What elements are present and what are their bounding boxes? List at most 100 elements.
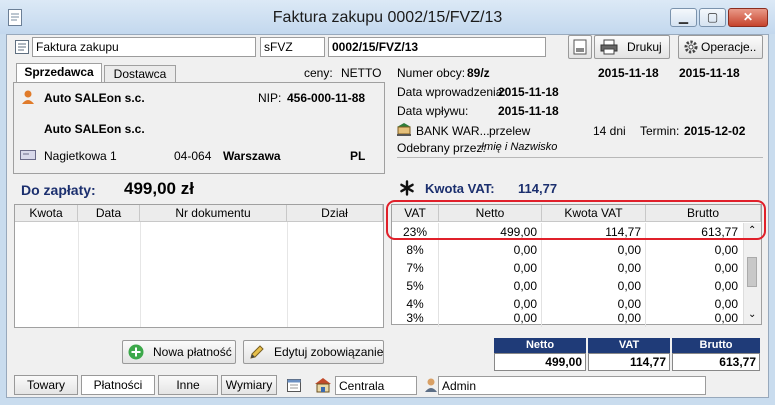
person-icon bbox=[20, 89, 36, 105]
preview-icon bbox=[573, 39, 587, 55]
tab-payments[interactable]: Płatności bbox=[81, 375, 155, 395]
seller-country: PL bbox=[350, 149, 366, 163]
vat-rate: 5% bbox=[392, 277, 439, 295]
total-net-header: Netto bbox=[494, 338, 586, 353]
new-payment-label: Nowa płatność bbox=[153, 345, 232, 359]
bank-name: BANK WAR... bbox=[416, 124, 490, 138]
due-amount: 499,00 zł bbox=[124, 179, 194, 198]
document-number-field[interactable]: 0002/15/FVZ/13 bbox=[328, 37, 546, 57]
seller-name-1: Auto SALEon s.c. bbox=[44, 91, 145, 105]
payments-header-date[interactable]: Data bbox=[78, 205, 140, 222]
vat-net: 0,00 bbox=[439, 277, 542, 295]
bank-icon bbox=[396, 122, 412, 136]
table-row[interactable]: 3% 0,00 0,00 0,00 bbox=[392, 309, 742, 327]
column-line bbox=[78, 222, 79, 327]
highlight-annotation bbox=[386, 200, 766, 240]
scrollbar-thumb[interactable] bbox=[747, 257, 757, 287]
table-row[interactable]: 7% 0,00 0,00 0,00 bbox=[392, 259, 742, 277]
divider bbox=[397, 157, 763, 158]
seller-name-2: Auto SALEon s.c. bbox=[44, 122, 145, 136]
vat-amount: 0,00 bbox=[542, 277, 646, 295]
tab-dimensions[interactable]: Wymiary bbox=[221, 375, 277, 395]
column-line bbox=[140, 222, 141, 327]
tab-supplier[interactable]: Dostawca bbox=[104, 65, 176, 83]
total-vat-header: VAT bbox=[588, 338, 670, 353]
vat-gross: 0,00 bbox=[714, 261, 738, 275]
document-icon bbox=[14, 39, 30, 55]
maximize-icon: ▢ bbox=[706, 10, 719, 24]
column-line bbox=[287, 222, 288, 327]
vat-net: 0,00 bbox=[439, 259, 542, 277]
close-button[interactable]: ✕ bbox=[728, 8, 768, 27]
user-field[interactable]: Admin bbox=[438, 376, 706, 395]
payments-table[interactable]: Kwota Data Nr dokumentu Dział bbox=[14, 204, 384, 328]
payments-header-department[interactable]: Dział bbox=[287, 205, 383, 222]
vat-net: 0,00 bbox=[439, 241, 542, 259]
branch-field[interactable]: Centrala bbox=[335, 376, 417, 395]
vat-gross: 0,00 bbox=[714, 279, 738, 293]
calendar-icon[interactable] bbox=[287, 378, 301, 392]
maximize-button[interactable]: ▢ bbox=[699, 8, 726, 27]
print-button[interactable]: Drukuj bbox=[594, 35, 670, 59]
preview-button[interactable] bbox=[568, 35, 592, 59]
vat-amount: 0,00 bbox=[542, 259, 646, 277]
tab-other[interactable]: Inne bbox=[158, 375, 218, 395]
vat-rate: 7% bbox=[392, 259, 439, 277]
seller-city: Warszawa bbox=[223, 149, 281, 163]
vat-rate: 8% bbox=[392, 241, 439, 259]
external-no-label: Numer obcy: bbox=[397, 66, 466, 80]
scroll-down-icon[interactable]: ⌄ bbox=[748, 309, 756, 320]
print-label: Drukuj bbox=[627, 40, 662, 54]
receipt-date-label: Data wpływu: bbox=[397, 104, 469, 118]
nip-label: NIP: bbox=[258, 91, 282, 105]
term-label: Termin: bbox=[640, 124, 680, 138]
user-icon bbox=[423, 377, 439, 393]
seller-postcode: 04-064 bbox=[174, 149, 212, 163]
total-vat-value: 114,77 bbox=[588, 353, 670, 371]
vat-rate: 3% bbox=[392, 309, 439, 327]
close-icon: ✕ bbox=[742, 10, 754, 24]
document-type-field[interactable]: Faktura zakupu bbox=[32, 37, 256, 57]
total-gross-header: Brutto bbox=[672, 338, 760, 353]
vat-gross: 0,00 bbox=[714, 243, 738, 257]
edit-liability-button[interactable]: Edytuj zobowiązanie bbox=[243, 340, 384, 364]
window-title: Faktura zakupu 0002/15/FVZ/13 bbox=[272, 9, 503, 26]
series-field[interactable]: sFVZ bbox=[260, 37, 325, 57]
payments-header-document[interactable]: Nr dokumentu bbox=[140, 205, 287, 222]
vat-gross: 0,00 bbox=[714, 311, 738, 325]
vat-amount: 0,00 bbox=[542, 309, 646, 327]
total-gross-value: 613,77 bbox=[672, 353, 760, 371]
tab-seller[interactable]: Sprzedawca bbox=[16, 63, 102, 83]
operations-label: Operacje.. bbox=[701, 40, 757, 54]
minimize-icon: ▁ bbox=[678, 10, 689, 24]
payment-method: przelew bbox=[489, 124, 531, 138]
operations-button[interactable]: Operacje.. bbox=[678, 35, 763, 59]
new-payment-button[interactable]: Nowa płatność bbox=[122, 340, 236, 364]
minimize-button[interactable]: ▁ bbox=[670, 8, 697, 27]
table-row[interactable]: 5% 0,00 0,00 0,00 bbox=[392, 277, 742, 295]
total-net-value: 499,00 bbox=[494, 353, 586, 371]
vat-net: 0,00 bbox=[439, 309, 542, 327]
vat-amount: 0,00 bbox=[542, 241, 646, 259]
address-icon bbox=[20, 150, 36, 160]
seller-street: Nagietkowa 1 bbox=[44, 149, 117, 163]
table-row[interactable]: 8% 0,00 0,00 0,00 bbox=[392, 241, 742, 259]
branch-icon bbox=[314, 377, 332, 393]
edit-liability-label: Edytuj zobowiązanie bbox=[274, 345, 384, 359]
payments-header-amount[interactable]: Kwota bbox=[15, 205, 78, 222]
gear-icon bbox=[683, 39, 699, 55]
vat-summary-amount: 114,77 bbox=[518, 181, 558, 196]
pencil-icon bbox=[249, 344, 265, 360]
received-by-value: Imię i Nazwisko bbox=[481, 141, 558, 153]
term-value: 2015-12-02 bbox=[684, 124, 746, 138]
entry-date-value: 2015-11-18 bbox=[498, 85, 559, 99]
sale-date: 2015-11-18 bbox=[679, 66, 740, 80]
add-icon bbox=[128, 344, 144, 360]
issue-date: 2015-11-18 bbox=[598, 66, 659, 80]
due-label: Do zapłaty: bbox=[21, 182, 96, 198]
received-by-label: Odebrany przez: bbox=[397, 141, 486, 155]
tab-goods[interactable]: Towary bbox=[14, 375, 78, 395]
external-no-value: 89/z bbox=[467, 66, 490, 80]
prices-label: ceny: bbox=[304, 66, 333, 80]
vat-summary-label: Kwota VAT: bbox=[425, 181, 495, 196]
